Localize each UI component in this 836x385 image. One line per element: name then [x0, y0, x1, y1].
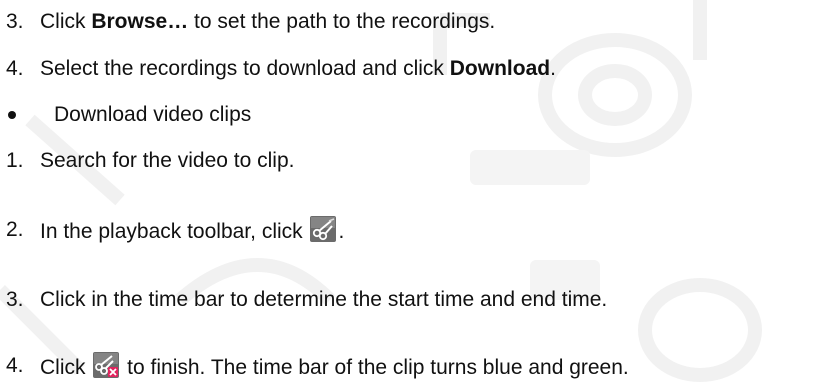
step-number: 1. [6, 149, 24, 172]
step-number: 3. [6, 288, 24, 311]
bullet-dot [8, 111, 16, 119]
step-number: 4. [6, 354, 24, 377]
step-text: Click in the time bar to determine the s… [40, 288, 608, 311]
step-download: 4. Select the recordings to download and… [0, 55, 836, 83]
instruction-document: 3. Click Browse… to set the path to the … [0, 0, 836, 385]
step-finish: 4. Click to finish. The time bar of the … [0, 352, 836, 380]
step-text: Click Browse… to set the path to the rec… [40, 10, 496, 33]
step-clip-toolbar: 2. In the playback toolbar, click . [0, 216, 836, 244]
step-search: 1. Search for the video to clip. [0, 147, 836, 175]
step-number: 4. [6, 57, 24, 80]
step-text: In the playback toolbar, click . [40, 216, 344, 246]
step-number: 3. [6, 10, 24, 33]
download-label: Download [449, 57, 551, 80]
step-number: 2. [6, 218, 24, 241]
step-text: Search for the video to clip. [40, 149, 295, 172]
step-text: Click to finish. The time bar of the cli… [40, 352, 629, 382]
browse-label: Browse… [91, 10, 189, 33]
section-heading: Download video clips [54, 103, 252, 126]
scissors-clip-icon [310, 216, 337, 242]
step-text: Select the recordings to download and cl… [40, 57, 556, 80]
section-bullet: Download video clips [0, 101, 836, 129]
step-time-bar: 3. Click in the time bar to determine th… [0, 286, 836, 314]
scissors-finish-icon [93, 352, 120, 378]
step-browse: 3. Click Browse… to set the path to the … [0, 8, 836, 36]
